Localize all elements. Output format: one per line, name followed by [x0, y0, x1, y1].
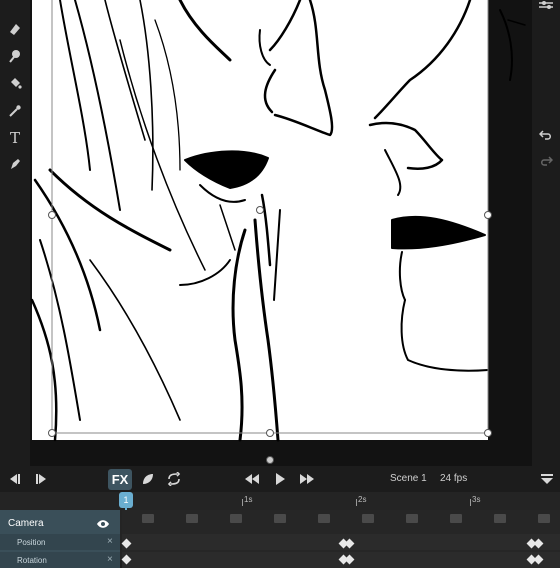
play-icon[interactable]: [268, 468, 292, 490]
camera-frame-icon: [362, 514, 374, 523]
camera-frame-icon: [406, 514, 418, 523]
redo-icon[interactable]: [535, 150, 557, 172]
layers-settings-icon[interactable]: [535, 0, 557, 16]
canvas-area[interactable]: [30, 0, 532, 468]
camera-frame-icon: [186, 514, 198, 523]
property-label: Rotation: [17, 556, 47, 565]
ruler-mark-3s: 3s: [472, 495, 481, 504]
right-toolbar: [532, 0, 560, 468]
ruler-tick: [356, 499, 357, 506]
layer-panel[interactable]: Camera Position × Rotation ×: [0, 510, 120, 568]
playhead-frame-badge[interactable]: 1: [119, 492, 133, 508]
visibility-eye-icon[interactable]: [96, 516, 110, 534]
artwork-canvas[interactable]: [30, 0, 532, 468]
camera-frame-icon: [318, 514, 330, 523]
fast-forward-icon[interactable]: [295, 468, 319, 490]
text-tool-icon[interactable]: T: [4, 127, 26, 149]
onion-skin-icon[interactable]: [136, 468, 160, 490]
remove-property-icon[interactable]: ×: [107, 536, 113, 547]
ruler-tick: [242, 499, 243, 506]
camera-frame-icon: [450, 514, 462, 523]
timeline-menu-icon[interactable]: [535, 468, 559, 490]
property-row-position[interactable]: Position ×: [0, 534, 120, 550]
fx-button[interactable]: FX: [108, 469, 132, 490]
pen-tool-icon[interactable]: [4, 153, 26, 175]
rewind-icon[interactable]: [240, 468, 264, 490]
fps-label[interactable]: 24 fps: [440, 473, 467, 484]
property-row-rotation[interactable]: Rotation ×: [0, 552, 120, 568]
eraser-icon[interactable]: [4, 18, 26, 40]
camera-frame-icon: [142, 514, 154, 523]
ruler-mark-1s: 1s: [244, 495, 253, 504]
camera-frame-icon: [538, 514, 550, 523]
next-frame-icon[interactable]: [30, 468, 54, 490]
smudge-icon[interactable]: [4, 45, 26, 67]
ruler-tick: [470, 499, 471, 506]
camera-frame-icon: [230, 514, 242, 523]
camera-frame-icon: [274, 514, 286, 523]
undo-icon[interactable]: [535, 124, 557, 146]
ruler-mark-2s: 2s: [358, 495, 367, 504]
fill-bucket-icon[interactable]: [4, 72, 26, 94]
property-label: Position: [17, 538, 46, 547]
time-ruler[interactable]: 1s 2s 3s: [122, 492, 560, 508]
left-toolbar: T: [0, 0, 30, 468]
scene-label[interactable]: Scene 1: [390, 473, 427, 484]
transport-bar: FX Scene 1 24 fps: [0, 466, 560, 492]
previous-frame-icon[interactable]: [2, 468, 26, 490]
loop-icon[interactable]: [162, 468, 186, 490]
layer-name[interactable]: Camera: [8, 518, 44, 529]
eyedropper-icon[interactable]: [4, 100, 26, 122]
camera-frame-icon: [494, 514, 506, 523]
